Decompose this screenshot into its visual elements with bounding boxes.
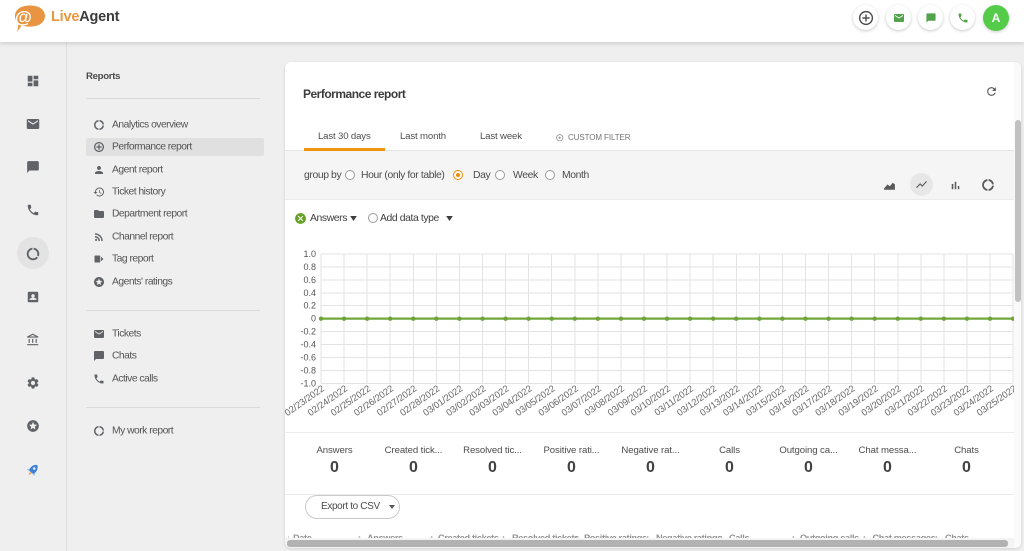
svg-text:0: 0 (311, 314, 316, 324)
svg-text:0.2: 0.2 (303, 301, 316, 311)
svg-text:-0.4: -0.4 (300, 340, 316, 350)
svg-text:@: @ (15, 7, 32, 27)
svg-text:0.6: 0.6 (303, 275, 316, 285)
svg-text:0.4: 0.4 (303, 288, 316, 298)
svg-text:0.8: 0.8 (303, 262, 316, 272)
svg-text:-0.6: -0.6 (300, 352, 316, 362)
svg-text:-0.8: -0.8 (300, 365, 316, 375)
svg-text:1.0: 1.0 (303, 249, 316, 259)
svg-text:-0.2: -0.2 (300, 327, 316, 337)
